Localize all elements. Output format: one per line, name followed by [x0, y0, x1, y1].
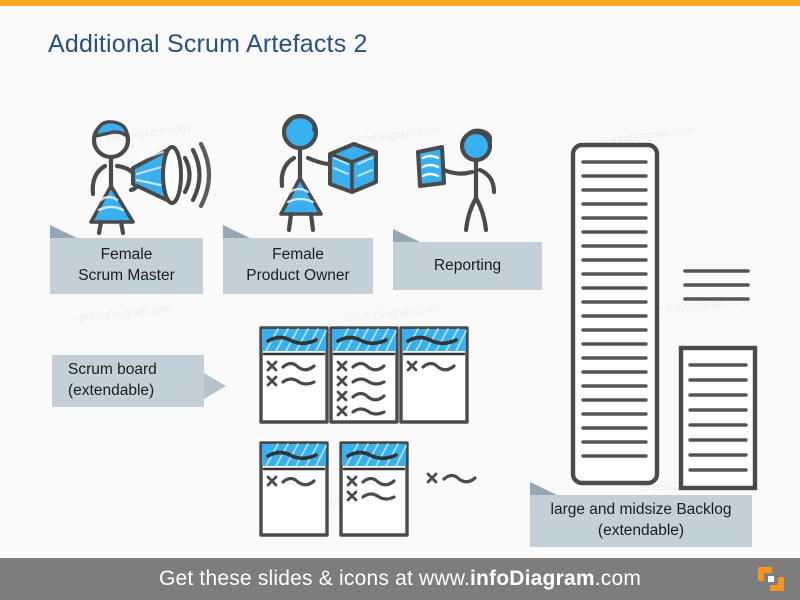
- page-title: Additional Scrum Artefacts 2: [48, 30, 368, 58]
- footer-promo-text: Get these slides & icons at www.infoDiag…: [159, 567, 641, 591]
- label-text: Reporting: [433, 256, 502, 274]
- reporting-icon: [408, 122, 520, 234]
- label-large-midsize-backlog[interactable]: large and midsize Backlog (extendable): [530, 482, 752, 547]
- scrum-board-columns-top: [258, 325, 478, 425]
- midsize-backlog-detached-lines: [680, 265, 760, 305]
- slide-canvas: Additional Scrum Artefacts 2 © infoDiagr…: [0, 0, 800, 600]
- fold-corner-icon: [393, 229, 420, 242]
- label-scrum-board[interactable]: Scrum board (extendable): [52, 355, 226, 407]
- female-product-owner-icon: [268, 110, 383, 233]
- female-scrum-master-icon: [75, 108, 212, 236]
- label-text: Female Scrum Master: [78, 246, 175, 284]
- label-reporting[interactable]: Reporting: [393, 229, 542, 290]
- watermark: © infoDiagram.com: [344, 302, 440, 326]
- footer-text-before: Get these slides & icons at www.: [158, 567, 470, 590]
- label-female-scrum-master[interactable]: Female Scrum Master: [50, 225, 203, 294]
- fold-corner-icon: [223, 225, 250, 238]
- midsize-backlog-icon: [676, 343, 764, 493]
- footer-brand: infoDiagram: [470, 567, 595, 590]
- footer-text-after: .com: [594, 567, 642, 590]
- fold-corner-icon: [204, 373, 226, 399]
- infodiagram-logo-icon[interactable]: [756, 565, 786, 593]
- label-text: large and midsize Backlog (extendable): [550, 501, 732, 539]
- label-text: Scrum board (extendable): [68, 361, 157, 399]
- large-backlog-icon: [568, 140, 668, 488]
- label-female-product-owner[interactable]: Female Product Owner: [223, 225, 373, 294]
- footer-bar: Get these slides & icons at www.infoDiag…: [0, 558, 800, 600]
- fold-corner-icon: [50, 225, 77, 238]
- accent-top-bar: [0, 0, 800, 6]
- label-text: Female Product Owner: [246, 246, 350, 284]
- scrum-board-columns-bottom: [258, 440, 478, 538]
- fold-corner-icon: [530, 482, 557, 495]
- watermark: © infoDiagram.com: [77, 302, 173, 326]
